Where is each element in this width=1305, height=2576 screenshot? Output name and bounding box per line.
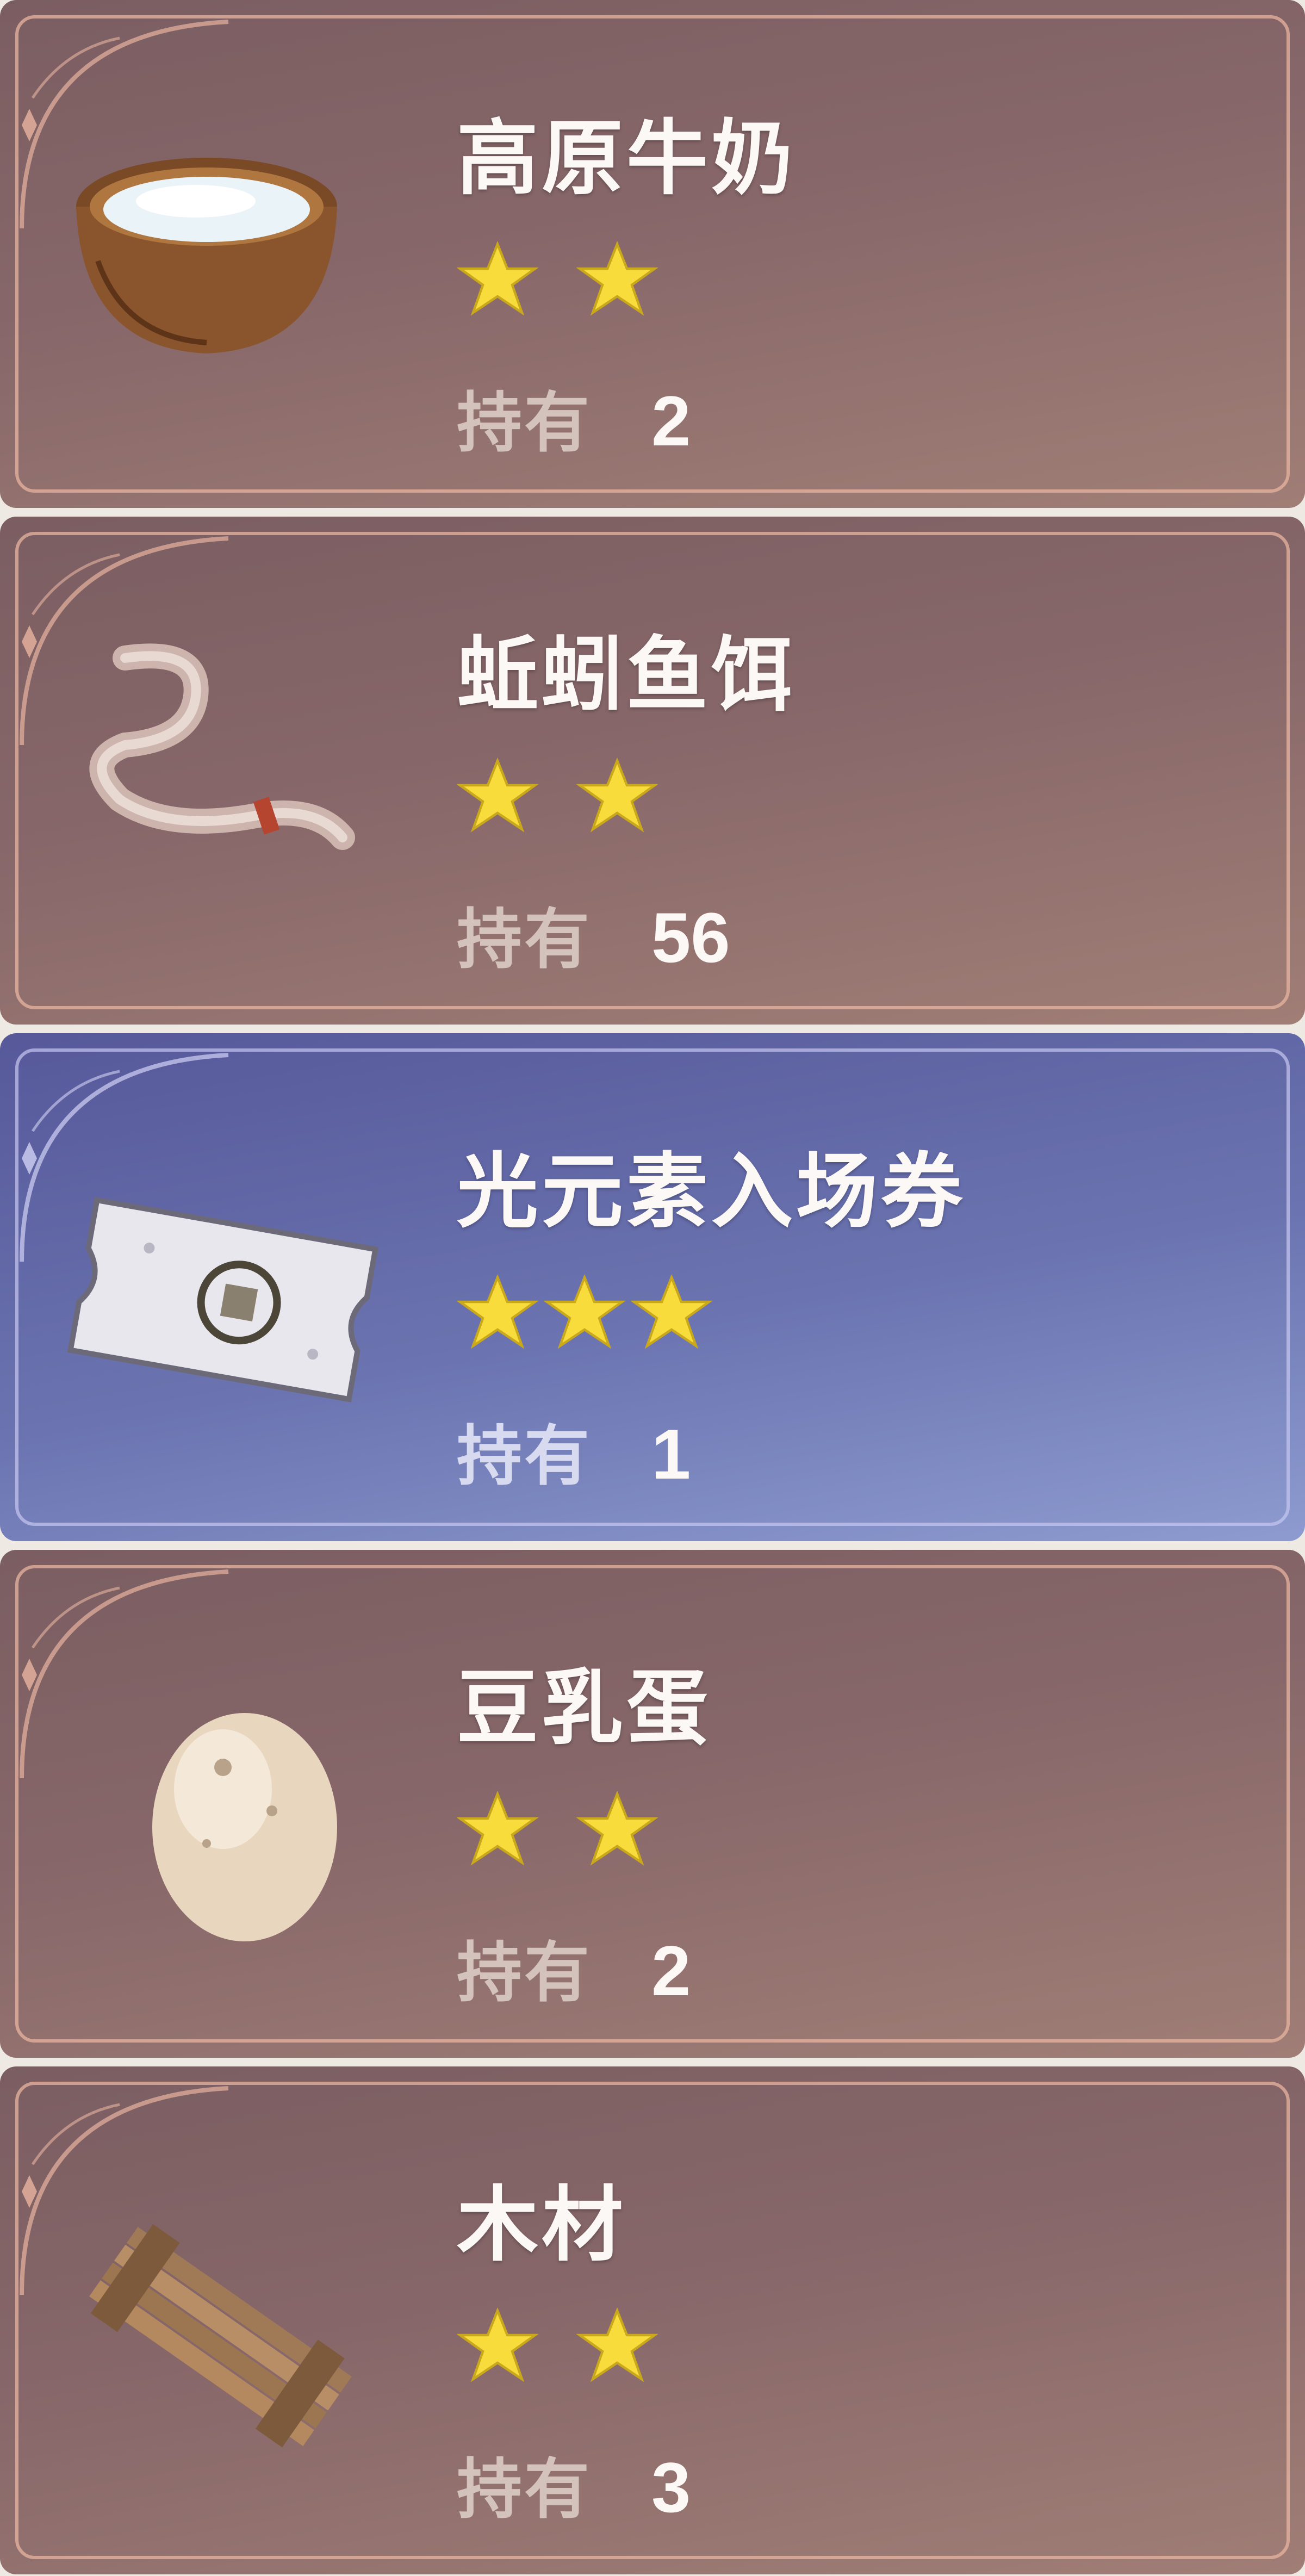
item-card-worm-bait[interactable]: 蚯蚓鱼饵 持有 56 (0, 517, 1305, 1025)
item-name: 蚯蚓鱼饵 (457, 629, 797, 721)
star-icon (456, 1790, 539, 1866)
star-icon (630, 1274, 713, 1349)
owned-count-row: 持有 56 (457, 886, 730, 977)
item-card-milk[interactable]: 高原牛奶 持有 2 (0, 0, 1305, 508)
item-name: 豆乳蛋 (457, 1662, 712, 1754)
owned-label: 持有 (457, 1936, 592, 2009)
owned-label: 持有 (457, 2453, 592, 2526)
star-icon (575, 240, 659, 316)
star-icon (456, 240, 539, 316)
rarity-stars (456, 1273, 718, 1360)
item-list: 高原牛奶 持有 2 蚯蚓鱼饵 持有 56 光元素入场券 持有 1 豆乳蛋 持有 … (0, 0, 1305, 2576)
rarity-stars (456, 2306, 696, 2393)
owned-label: 持有 (457, 903, 592, 976)
rarity-stars (456, 756, 696, 843)
star-icon (575, 757, 659, 833)
owned-count: 2 (651, 1931, 691, 2010)
item-name: 高原牛奶 (457, 113, 797, 204)
owned-count-row: 持有 2 (457, 1920, 691, 2010)
item-card-wood[interactable]: 木材 持有 3 (0, 2066, 1305, 2574)
owned-count: 2 (651, 381, 691, 461)
rarity-stars (456, 1789, 696, 1876)
ticket-icon (67, 1197, 379, 1402)
owned-count: 1 (651, 1414, 691, 1494)
star-icon (456, 757, 539, 833)
star-icon (456, 1274, 539, 1349)
milk-bowl-icon (76, 158, 337, 353)
item-name: 木材 (457, 2179, 627, 2270)
egg-icon (152, 1713, 337, 1941)
star-icon (575, 1790, 659, 1866)
owned-count-row: 持有 3 (457, 2436, 691, 2527)
rarity-stars (456, 239, 696, 326)
owned-label: 持有 (457, 387, 592, 460)
owned-count-row: 持有 2 (457, 370, 691, 461)
owned-count-row: 持有 1 (457, 1403, 691, 1494)
owned-label: 持有 (457, 1420, 592, 1493)
star-icon (543, 1274, 626, 1349)
owned-count: 3 (651, 2448, 691, 2527)
owned-count: 56 (651, 898, 730, 977)
star-icon (575, 2307, 659, 2382)
item-card-light-ticket[interactable]: 光元素入场券 持有 1 (0, 1033, 1305, 1541)
item-card-soy-egg[interactable]: 豆乳蛋 持有 2 (0, 1550, 1305, 2058)
worm-bait-icon (89, 643, 355, 850)
wood-planks-icon (89, 2224, 352, 2448)
star-icon (456, 2307, 539, 2382)
item-name: 光元素入场券 (457, 1146, 966, 1237)
